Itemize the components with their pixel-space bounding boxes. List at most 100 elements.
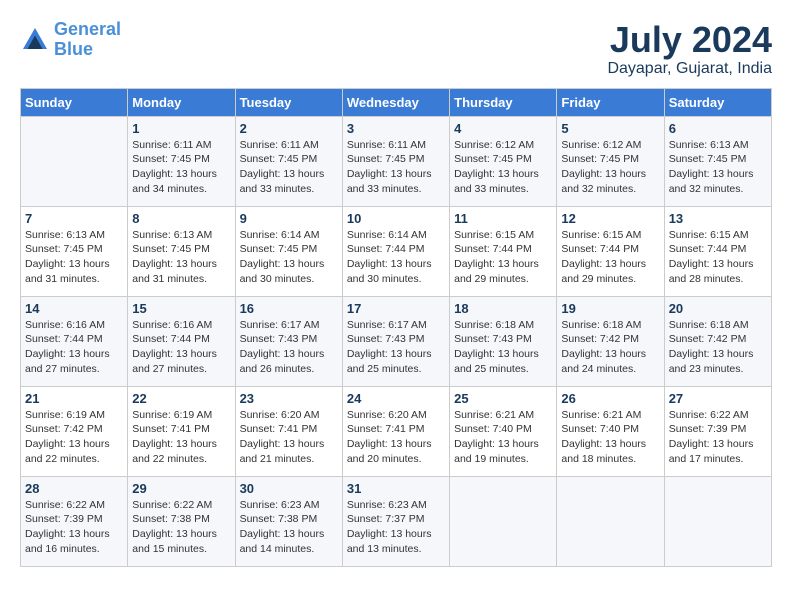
day-cell: 4Sunrise: 6:12 AMSunset: 7:45 PMDaylight… — [450, 116, 557, 206]
day-info: Sunrise: 6:13 AMSunset: 7:45 PMDaylight:… — [25, 228, 123, 287]
day-number: 9 — [240, 211, 338, 226]
day-cell: 25Sunrise: 6:21 AMSunset: 7:40 PMDayligh… — [450, 386, 557, 476]
day-info: Sunrise: 6:18 AMSunset: 7:42 PMDaylight:… — [561, 318, 659, 377]
logo-text: General Blue — [54, 20, 121, 60]
day-number: 24 — [347, 391, 445, 406]
day-cell: 11 Sunrise: 6:15 AMSunset: 7:44 PMDayligh… — [450, 206, 557, 296]
day-info: Sunrise: 6:15 AMSunset: 7:44 PMDaylight:… — [561, 228, 659, 287]
logo-line1: General — [54, 19, 121, 39]
day-number: 21 — [25, 391, 123, 406]
day-info: Sunrise: 6:23 AMSunset: 7:38 PMDaylight:… — [240, 498, 338, 557]
day-number: 12 — [561, 211, 659, 226]
col-header-sunday: Sunday — [21, 88, 128, 116]
day-number: 20 — [669, 301, 767, 316]
day-cell — [21, 116, 128, 206]
day-cell: 6 Sunrise: 6:13 AMSunset: 7:45 PMDaylight… — [664, 116, 771, 206]
day-info: Sunrise: 6:14 AMSunset: 7:44 PMDaylight:… — [347, 228, 445, 287]
day-info: Sunrise: 6:22 AMSunset: 7:39 PMDaylight:… — [25, 498, 123, 557]
day-number: 1 — [132, 121, 230, 136]
location: Dayapar, Gujarat, India — [607, 60, 772, 78]
day-cell — [450, 476, 557, 566]
day-number: 8 — [132, 211, 230, 226]
col-header-friday: Friday — [557, 88, 664, 116]
day-number: 15 — [132, 301, 230, 316]
day-cell: 30 Sunrise: 6:23 AMSunset: 7:38 PMDayligh… — [235, 476, 342, 566]
day-number: 4 — [454, 121, 552, 136]
day-number: 2 — [240, 121, 338, 136]
day-info: Sunrise: 6:18 AMSunset: 7:42 PMDaylight:… — [669, 318, 767, 377]
day-number: 22 — [132, 391, 230, 406]
week-row-5: 28 Sunrise: 6:22 AMSunset: 7:39 PMDayligh… — [21, 476, 772, 566]
day-number: 13 — [669, 211, 767, 226]
week-row-1: 1 Sunrise: 6:11 AMSunset: 7:45 PMDaylight… — [21, 116, 772, 206]
day-cell: 20 Sunrise: 6:18 AMSunset: 7:42 PMDayligh… — [664, 296, 771, 386]
day-info: Sunrise: 6:19 AMSunset: 7:41 PMDaylight:… — [132, 408, 230, 467]
day-info: Sunrise: 6:22 AMSunset: 7:38 PMDaylight:… — [132, 498, 230, 557]
day-cell: 8Sunrise: 6:13 AMSunset: 7:45 PMDaylight… — [128, 206, 235, 296]
day-cell: 16 Sunrise: 6:17 AMSunset: 7:43 PMDayligh… — [235, 296, 342, 386]
day-cell: 12 Sunrise: 6:15 AMSunset: 7:44 PMDayligh… — [557, 206, 664, 296]
day-number: 6 — [669, 121, 767, 136]
logo-icon — [20, 25, 50, 55]
day-cell: 29 Sunrise: 6:22 AMSunset: 7:38 PMDayligh… — [128, 476, 235, 566]
day-number: 5 — [561, 121, 659, 136]
day-info: Sunrise: 6:17 AMSunset: 7:43 PMDaylight:… — [347, 318, 445, 377]
day-number: 27 — [669, 391, 767, 406]
day-number: 28 — [25, 481, 123, 496]
day-cell: 24Sunrise: 6:20 AMSunset: 7:41 PMDayligh… — [342, 386, 449, 476]
day-info: Sunrise: 6:17 AMSunset: 7:43 PMDaylight:… — [240, 318, 338, 377]
day-number: 16 — [240, 301, 338, 316]
day-number: 31 — [347, 481, 445, 496]
day-cell: 13 Sunrise: 6:15 AMSunset: 7:44 PMDayligh… — [664, 206, 771, 296]
day-number: 11 — [454, 211, 552, 226]
week-row-2: 7Sunrise: 6:13 AMSunset: 7:45 PMDaylight… — [21, 206, 772, 296]
day-info: Sunrise: 6:12 AMSunset: 7:45 PMDaylight:… — [561, 138, 659, 197]
day-cell: 22 Sunrise: 6:19 AMSunset: 7:41 PMDayligh… — [128, 386, 235, 476]
day-number: 30 — [240, 481, 338, 496]
day-cell — [664, 476, 771, 566]
day-cell: 17 Sunrise: 6:17 AMSunset: 7:43 PMDayligh… — [342, 296, 449, 386]
col-header-wednesday: Wednesday — [342, 88, 449, 116]
col-header-saturday: Saturday — [664, 88, 771, 116]
day-cell: 1Sunrise: 6:11 AMSunset: 7:45 PMDaylight… — [128, 116, 235, 206]
day-info: Sunrise: 6:21 AMSunset: 7:40 PMDaylight:… — [454, 408, 552, 467]
day-info: Sunrise: 6:13 AMSunset: 7:45 PMDaylight:… — [669, 138, 767, 197]
day-info: Sunrise: 6:19 AMSunset: 7:42 PMDaylight:… — [25, 408, 123, 467]
day-cell: 10Sunrise: 6:14 AMSunset: 7:44 PMDayligh… — [342, 206, 449, 296]
day-info: Sunrise: 6:22 AMSunset: 7:39 PMDaylight:… — [669, 408, 767, 467]
col-header-thursday: Thursday — [450, 88, 557, 116]
day-cell: 7Sunrise: 6:13 AMSunset: 7:45 PMDaylight… — [21, 206, 128, 296]
day-cell: 21 Sunrise: 6:19 AMSunset: 7:42 PMDayligh… — [21, 386, 128, 476]
day-info: Sunrise: 6:21 AMSunset: 7:40 PMDaylight:… — [561, 408, 659, 467]
page-header: General Blue July 2024 Dayapar, Gujarat,… — [20, 20, 772, 78]
day-info: Sunrise: 6:18 AMSunset: 7:43 PMDaylight:… — [454, 318, 552, 377]
day-number: 17 — [347, 301, 445, 316]
day-cell: 27 Sunrise: 6:22 AMSunset: 7:39 PMDayligh… — [664, 386, 771, 476]
day-cell: 31 Sunrise: 6:23 AMSunset: 7:37 PMDayligh… — [342, 476, 449, 566]
month-title: July 2024 — [607, 20, 772, 60]
day-info: Sunrise: 6:15 AMSunset: 7:44 PMDaylight:… — [454, 228, 552, 287]
day-info: Sunrise: 6:11 AMSunset: 7:45 PMDaylight:… — [347, 138, 445, 197]
day-info: Sunrise: 6:15 AMSunset: 7:44 PMDaylight:… — [669, 228, 767, 287]
day-cell: 19 Sunrise: 6:18 AMSunset: 7:42 PMDayligh… — [557, 296, 664, 386]
logo-line2: Blue — [54, 39, 93, 59]
day-number: 18 — [454, 301, 552, 316]
col-header-monday: Monday — [128, 88, 235, 116]
day-info: Sunrise: 6:23 AMSunset: 7:37 PMDaylight:… — [347, 498, 445, 557]
week-row-3: 14 Sunrise: 6:16 AMSunset: 7:44 PMDayligh… — [21, 296, 772, 386]
day-info: Sunrise: 6:16 AMSunset: 7:44 PMDaylight:… — [132, 318, 230, 377]
day-cell: 14 Sunrise: 6:16 AMSunset: 7:44 PMDayligh… — [21, 296, 128, 386]
day-cell: 2Sunrise: 6:11 AMSunset: 7:45 PMDaylight… — [235, 116, 342, 206]
day-cell: 15 Sunrise: 6:16 AMSunset: 7:44 PMDayligh… — [128, 296, 235, 386]
day-number: 29 — [132, 481, 230, 496]
day-cell: 5 Sunrise: 6:12 AMSunset: 7:45 PMDaylight… — [557, 116, 664, 206]
day-info: Sunrise: 6:16 AMSunset: 7:44 PMDaylight:… — [25, 318, 123, 377]
day-cell — [557, 476, 664, 566]
col-header-tuesday: Tuesday — [235, 88, 342, 116]
day-number: 19 — [561, 301, 659, 316]
day-cell: 18 Sunrise: 6:18 AMSunset: 7:43 PMDayligh… — [450, 296, 557, 386]
title-block: July 2024 Dayapar, Gujarat, India — [607, 20, 772, 78]
day-cell: 26Sunrise: 6:21 AMSunset: 7:40 PMDayligh… — [557, 386, 664, 476]
day-cell: 23Sunrise: 6:20 AMSunset: 7:41 PMDayligh… — [235, 386, 342, 476]
day-number: 14 — [25, 301, 123, 316]
